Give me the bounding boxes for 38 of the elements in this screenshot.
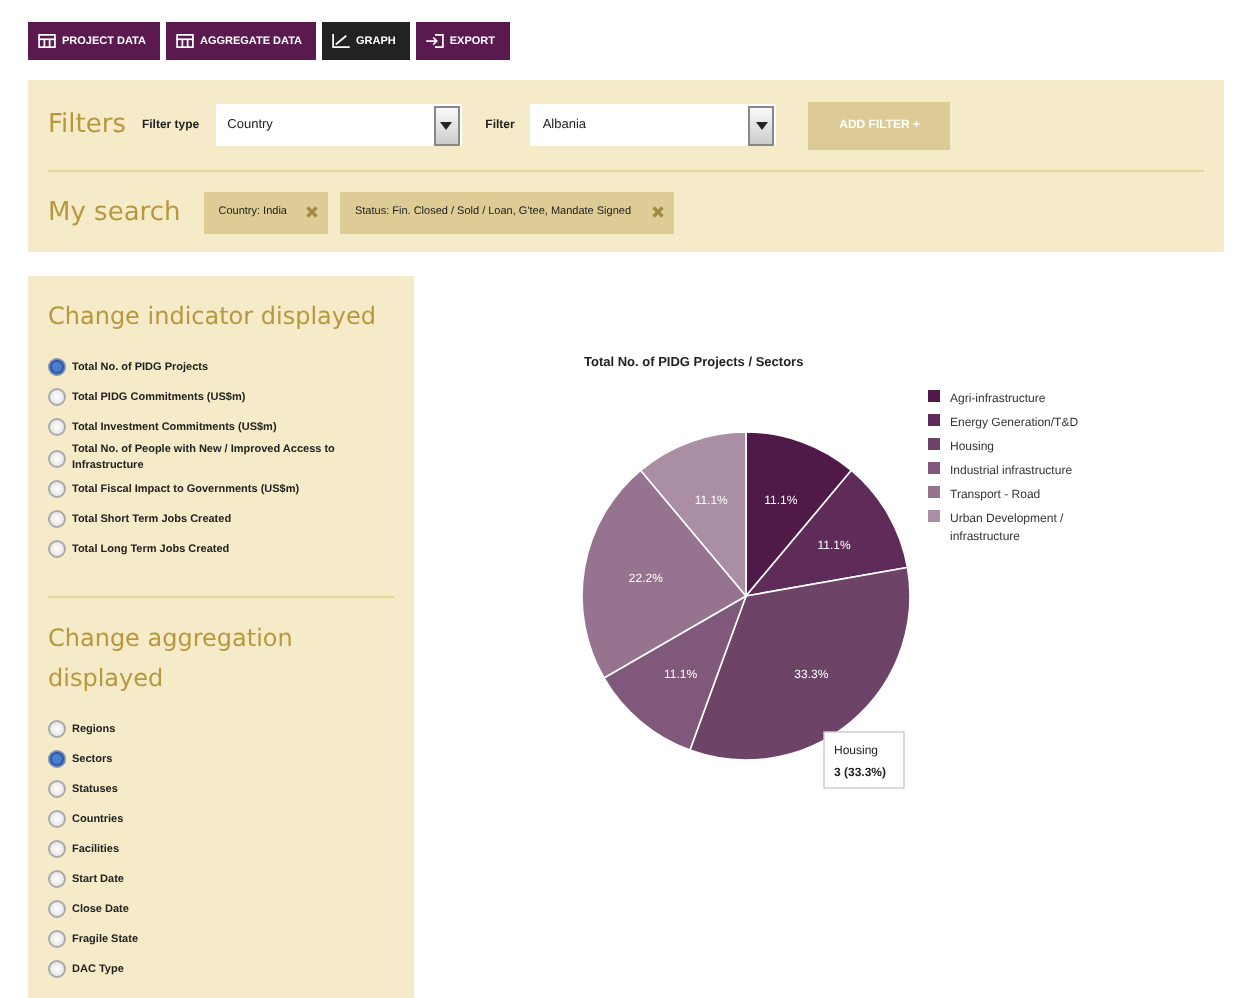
radio-button[interactable] <box>48 540 66 558</box>
legend-swatch <box>928 438 940 450</box>
radio-button[interactable] <box>48 930 66 948</box>
radio-button[interactable] <box>48 900 66 918</box>
pie-slice[interactable] <box>745 431 853 597</box>
radio-button[interactable] <box>48 750 66 768</box>
remove-icon[interactable] <box>306 206 319 218</box>
legend-swatch <box>928 510 940 522</box>
section-title: Change indicator displayed <box>48 300 379 334</box>
table-icon <box>38 34 56 48</box>
radio-button[interactable] <box>48 870 66 888</box>
my-search-title: My search <box>48 197 181 227</box>
pie-slice[interactable] <box>745 469 909 597</box>
radio-button[interactable] <box>48 388 66 406</box>
radio-button[interactable] <box>48 418 66 436</box>
radio-button[interactable] <box>48 960 66 978</box>
radio-button[interactable] <box>48 510 66 528</box>
legend-swatch <box>928 414 940 426</box>
table-icon <box>175 34 194 48</box>
radio-button[interactable] <box>48 358 66 376</box>
radio-button[interactable] <box>48 449 66 467</box>
radio-button[interactable] <box>48 480 66 498</box>
radio-button[interactable] <box>48 780 66 798</box>
remove-icon[interactable] <box>651 206 664 218</box>
dropdown-icon <box>755 121 768 129</box>
section-title: Change aggregation displayed <box>48 622 295 696</box>
radio-button[interactable] <box>48 720 66 738</box>
export-icon <box>425 34 444 48</box>
legend-swatch <box>928 390 940 402</box>
line-chart-icon <box>332 34 350 48</box>
filters-title: Filters <box>48 110 126 140</box>
radio-button[interactable] <box>48 810 66 828</box>
legend-swatch <box>928 462 940 474</box>
radio-button[interactable] <box>48 840 66 858</box>
pie-slice[interactable] <box>603 595 747 751</box>
legend-swatch <box>928 486 940 498</box>
dropdown-icon <box>440 121 453 129</box>
pie-slice[interactable] <box>581 469 747 679</box>
